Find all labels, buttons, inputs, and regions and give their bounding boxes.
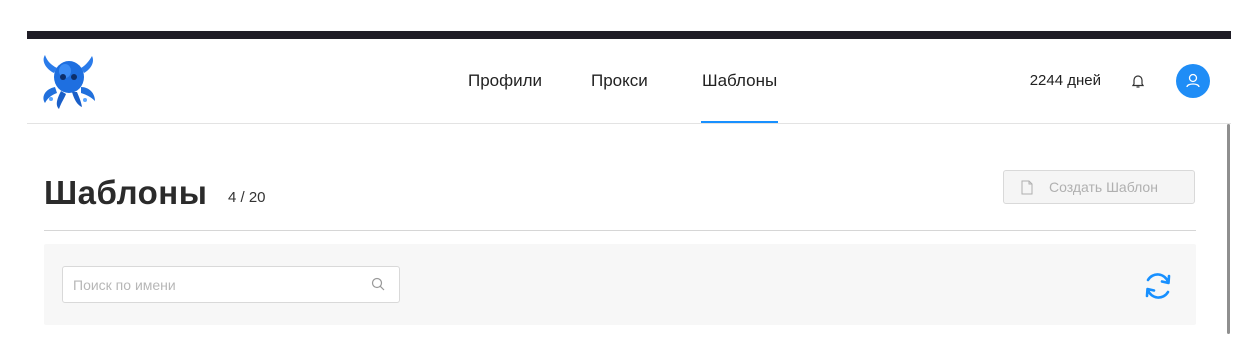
page-scrollbar[interactable] <box>1227 124 1230 334</box>
search-box <box>62 266 400 303</box>
user-icon <box>1186 73 1200 88</box>
nav-item-templates[interactable]: Шаблоны <box>700 71 779 123</box>
create-template-button[interactable]: Создать Шаблон <box>1003 170 1195 204</box>
filter-toolbar <box>44 244 1196 325</box>
days-remaining: 2244 дней <box>1029 72 1101 89</box>
nav-item-proxies[interactable]: Прокси <box>591 71 648 91</box>
create-template-label: Создать Шаблон <box>1049 179 1158 195</box>
refresh-icon[interactable] <box>1140 268 1176 304</box>
header-divider <box>44 230 1196 231</box>
top-dark-bar <box>27 31 1231 39</box>
file-icon <box>1021 180 1033 195</box>
search-input[interactable] <box>73 267 353 302</box>
avatar[interactable] <box>1176 64 1210 98</box>
template-count: 4 / 20 <box>228 189 266 206</box>
nav-item-profiles[interactable]: Профили <box>468 71 542 91</box>
app-header: Профили Прокси Шаблоны 2244 дней <box>27 39 1231 124</box>
bell-icon[interactable] <box>1129 72 1147 90</box>
search-icon[interactable] <box>371 277 385 291</box>
page-title: Шаблоны <box>44 174 208 211</box>
